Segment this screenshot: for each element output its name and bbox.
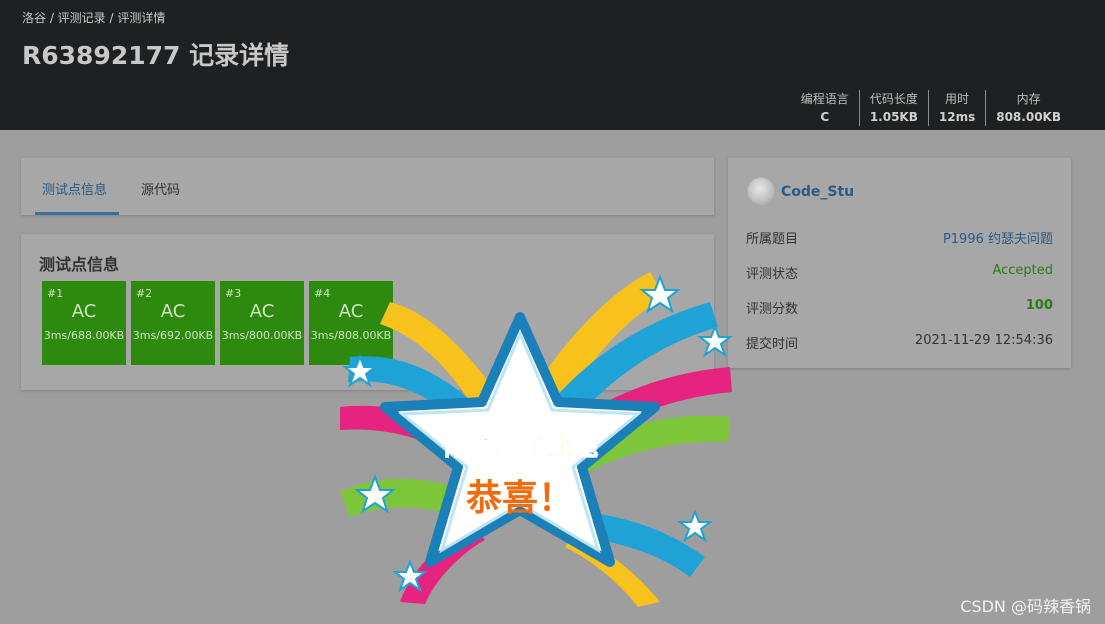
- info-key: 提交时间: [746, 337, 799, 352]
- info-row-status: 评测状态 Accepted: [746, 263, 1053, 283]
- info-row-problem: 所属题目 P1996 约瑟夫问题: [746, 228, 1053, 248]
- tab-source-code[interactable]: 源代码: [141, 179, 180, 198]
- info-row-score: 评测分数 100: [746, 298, 1053, 318]
- header: 洛谷 / 评测记录 / 评测详情 R63892177 记录详情 编程语言 C 代…: [0, 0, 1105, 130]
- test-case-meta: 3ms/800.00KB: [221, 329, 303, 342]
- judge-score: 100: [1025, 298, 1053, 313]
- test-case-meta: 3ms/688.00KB: [43, 329, 125, 342]
- stat-value: 808.00KB: [996, 110, 1061, 124]
- stat-code-length: 代码长度 1.05KB: [858, 90, 928, 126]
- info-key: 评测分数: [746, 302, 799, 317]
- stat-time: 用时 12ms: [927, 90, 985, 126]
- active-tab-indicator: [35, 212, 119, 215]
- page-title: R63892177 记录详情: [22, 41, 290, 70]
- stat-language: 编程语言 C: [791, 90, 859, 126]
- congrats-line-2: 恭喜！: [465, 478, 574, 519]
- username-link[interactable]: Code_Stu: [781, 184, 854, 200]
- judge-status: Accepted: [992, 263, 1053, 278]
- test-case-index: #1: [47, 287, 64, 300]
- stat-label: 代码长度: [869, 92, 918, 106]
- breadcrumb[interactable]: 洛谷 / 评测记录 / 评测详情: [22, 9, 165, 26]
- test-case-status: AC: [249, 301, 275, 322]
- tab-test-info[interactable]: 测试点信息: [42, 179, 107, 198]
- stat-value: 1.05KB: [869, 110, 918, 124]
- stat-label: 用时: [945, 92, 970, 106]
- stat-value: C: [820, 110, 830, 124]
- stat-value: 12ms: [938, 110, 976, 124]
- stat-label: 编程语言: [800, 92, 849, 106]
- problem-link[interactable]: P1996 约瑟夫问题: [943, 228, 1053, 247]
- info-key: 所属题目: [746, 232, 799, 247]
- test-case-status: AC: [160, 301, 186, 322]
- congrats-line-1: 你通过了此题: [441, 432, 598, 462]
- info-key: 评测状态: [746, 267, 799, 282]
- stat-label: 内存: [1016, 92, 1041, 106]
- tabs-card: 测试点信息 源代码: [21, 158, 714, 215]
- test-case-2[interactable]: #2 AC 3ms/692.00KB: [131, 281, 215, 365]
- section-title: 测试点信息: [39, 255, 120, 274]
- test-case-index: #3: [225, 287, 242, 300]
- record-info-card: Code_Stu 所属题目 P1996 约瑟夫问题 评测状态 Accepted …: [728, 158, 1071, 368]
- congrats-star-overlay: 你通过了此题 恭喜！: [340, 272, 733, 607]
- watermark: CSDN @码辣香锅: [960, 597, 1091, 616]
- record-stats: 编程语言 C 代码长度 1.05KB 用时 12ms 内存 808.00KB: [791, 90, 1071, 126]
- stat-memory: 内存 808.00KB: [985, 90, 1071, 126]
- submit-time: 2021-11-29 12:54:36: [914, 333, 1053, 348]
- test-case-meta: 3ms/692.00KB: [132, 329, 214, 342]
- avatar[interactable]: [747, 177, 775, 205]
- info-row-submit-time: 提交时间 2021-11-29 12:54:36: [746, 333, 1053, 353]
- test-case-1[interactable]: #1 AC 3ms/688.00KB: [42, 281, 126, 365]
- test-case-status: AC: [71, 301, 97, 322]
- test-case-3[interactable]: #3 AC 3ms/800.00KB: [220, 281, 304, 365]
- test-case-index: #2: [136, 287, 153, 300]
